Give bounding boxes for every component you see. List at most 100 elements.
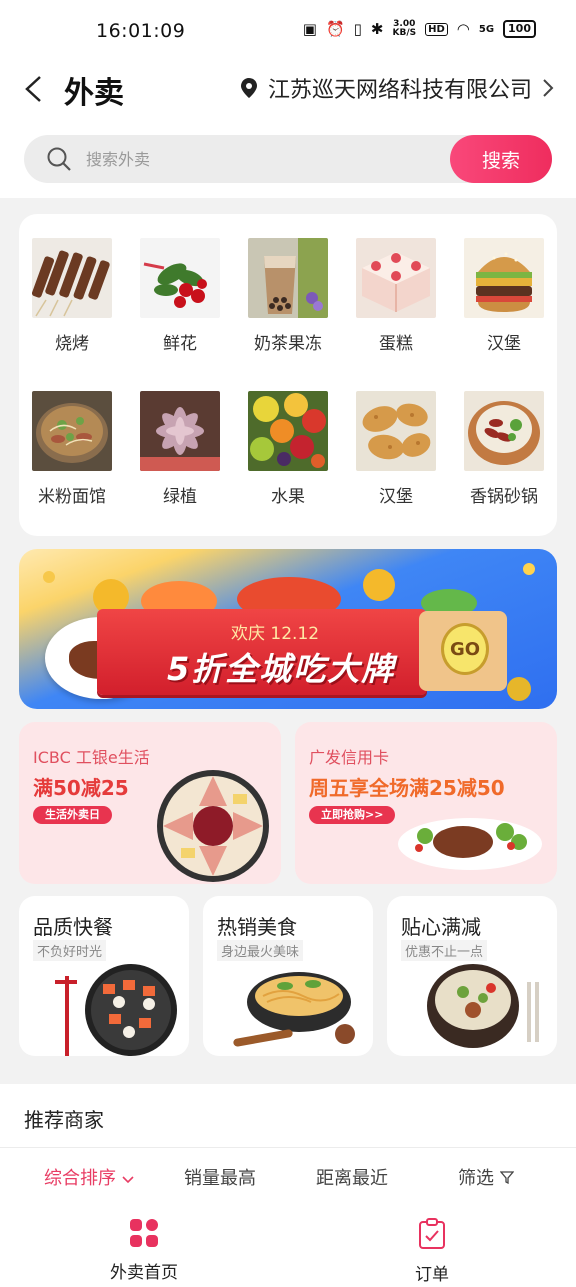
section-title: 推荐商家	[24, 1108, 104, 1132]
promo-title: 广发信用卡	[309, 748, 390, 767]
go-button[interactable]: GO	[441, 623, 489, 675]
category-label: 汉堡	[379, 487, 413, 507]
clay-pot-photo	[464, 391, 544, 471]
sort-sales[interactable]: 销量最高	[184, 1164, 256, 1190]
category-label: 烧烤	[55, 334, 89, 354]
category-item[interactable]: 香锅砂锅	[454, 391, 554, 507]
promo-offer: 周五享全场满25减50	[309, 776, 505, 800]
milk-tea-photo	[248, 238, 328, 318]
category-item[interactable]: 绿植	[130, 391, 230, 507]
chevron-down-icon	[122, 1176, 134, 1184]
icbc-brand: ICBC	[33, 748, 71, 767]
search-button[interactable]: 搜索	[450, 135, 552, 183]
tab-takeout-home[interactable]: 外卖首页	[84, 1218, 204, 1283]
nfc-icon: ▣	[302, 20, 317, 38]
grid-home-icon	[130, 1219, 158, 1247]
search-input[interactable]	[86, 145, 386, 173]
category-item[interactable]: 汉堡	[346, 391, 446, 507]
category-label: 鲜花	[163, 334, 197, 354]
search-bar: 搜索	[24, 135, 552, 183]
promo-tag[interactable]: 生活外卖日	[33, 806, 112, 824]
status-icons: ▣ ⏰ ▯ ✱ 3.00 KB/S HD ◠ 5G 100	[303, 20, 536, 38]
category-label: 米粉面馆	[38, 487, 106, 507]
category-item[interactable]: 鲜花	[130, 238, 230, 354]
category-label: 绿植	[163, 487, 197, 507]
status-bar: 16:01:09 ▣ ⏰ ▯ ✱ 3.00 KB/S HD ◠ 5G 100	[0, 0, 576, 64]
chevron-right-icon	[543, 79, 554, 97]
feature-card-discounts[interactable]: 贴心满减 优惠不止一点	[387, 896, 557, 1056]
feature-subtitle: 优惠不止一点	[401, 940, 488, 961]
feature-subtitle: 身边最火美味	[217, 940, 304, 961]
sort-label: 综合排序	[44, 1168, 116, 1189]
vibrate-icon: ▯	[353, 20, 362, 38]
promo-card-icbc[interactable]: ICBC 工银e生活 满50减25 生活外卖日	[19, 722, 281, 884]
steak-plate-illustration	[398, 818, 542, 870]
feature-card-quality-meals[interactable]: 品质快餐 不负好时光	[19, 896, 189, 1056]
feature-title: 热销美食	[217, 915, 297, 939]
filter-icon	[499, 1171, 515, 1185]
promo-title-text: 工银e生活	[75, 748, 150, 767]
promo-offer: 满50减25	[33, 776, 129, 800]
page-title: 外卖	[64, 76, 124, 111]
noodle-bowl-illustration	[233, 972, 355, 1047]
section-header: 推荐商家	[0, 1084, 576, 1148]
fruit-photo	[248, 391, 328, 471]
alarm-icon: ⏰	[325, 20, 345, 38]
feature-subtitle: 不负好时光	[33, 940, 107, 961]
noodle-bowl-photo	[32, 391, 112, 471]
burger-photo	[464, 238, 544, 318]
speed-unit: KB/S	[392, 28, 417, 38]
feature-title: 贴心满减	[401, 915, 481, 939]
signal-icon: 5G	[478, 23, 495, 35]
network-speed: 3.00 KB/S	[392, 20, 416, 38]
sort-comprehensive[interactable]: 综合排序	[44, 1164, 134, 1190]
search-area: 搜索	[0, 124, 576, 198]
back-button[interactable]	[22, 74, 46, 104]
filter-label: 筛选	[458, 1168, 494, 1189]
feature-title: 品质快餐	[33, 915, 113, 939]
wifi-icon: ◠	[456, 20, 470, 38]
promo-title: ICBC 工银e生活	[33, 744, 150, 768]
category-item[interactable]: 奶茶果冻	[238, 238, 338, 354]
location-selector[interactable]: 江苏巡天网络科技有限公司	[240, 72, 554, 104]
category-label: 奶茶果冻	[254, 334, 322, 354]
hd-badge: HD	[425, 22, 448, 36]
category-label: 汉堡	[487, 334, 521, 354]
sort-distance[interactable]: 距离最近	[316, 1164, 388, 1190]
location-pin-icon	[240, 78, 257, 98]
feature-card-hot-food[interactable]: 热销美食 身边最火美味	[203, 896, 373, 1056]
status-time: 16:01:09	[96, 20, 186, 42]
category-item[interactable]: 蛋糕	[346, 238, 446, 354]
category-label: 水果	[271, 487, 305, 507]
category-item[interactable]: 汉堡	[454, 238, 554, 354]
platter-illustration	[157, 770, 269, 882]
location-text: 江苏巡天网络科技有限公司	[267, 78, 532, 103]
roses-photo	[140, 238, 220, 318]
sort-bar: 综合排序 销量最高 距离最近 筛选	[0, 1148, 576, 1206]
category-item[interactable]: 烧烤	[22, 238, 122, 354]
promo-tag[interactable]: 立即抢购>>	[309, 806, 396, 824]
cake-photo	[356, 238, 436, 318]
tab-label: 外卖首页	[110, 1263, 178, 1283]
clipboard-check-icon	[419, 1218, 445, 1249]
search-icon	[47, 147, 71, 171]
bottom-tab-bar: 外卖首页 订单	[0, 1206, 576, 1287]
banner-subtitle: 欢庆 12.12	[231, 624, 320, 644]
promo-card-cgb[interactable]: 广发信用卡 周五享全场满25减50 立即抢购>>	[295, 722, 557, 884]
tab-orders[interactable]: 订单	[372, 1218, 492, 1285]
chevron-left-icon	[25, 76, 41, 102]
succulent-photo	[140, 391, 220, 471]
category-item[interactable]: 米粉面馆	[22, 391, 122, 507]
category-item[interactable]: 水果	[238, 391, 338, 507]
battery-icon: 100	[503, 20, 536, 38]
bbq-skewers-photo	[32, 238, 112, 318]
category-grid: 烧烤 鲜花 奶茶果冻 蛋糕 汉堡 米粉面馆 绿植 水果 汉堡 香锅砂锅	[19, 214, 557, 536]
category-label: 香锅砂锅	[470, 487, 538, 507]
fried-chicken-photo	[356, 391, 436, 471]
category-label: 蛋糕	[379, 334, 413, 354]
promo-banner[interactable]: 欢庆 12.12 5折全城吃大牌 GO	[19, 549, 557, 709]
sushi-illustration	[55, 964, 177, 1056]
tab-label: 订单	[415, 1265, 449, 1285]
banner-headline: 5折全城吃大牌	[167, 650, 396, 688]
sort-filter[interactable]: 筛选	[458, 1164, 515, 1190]
